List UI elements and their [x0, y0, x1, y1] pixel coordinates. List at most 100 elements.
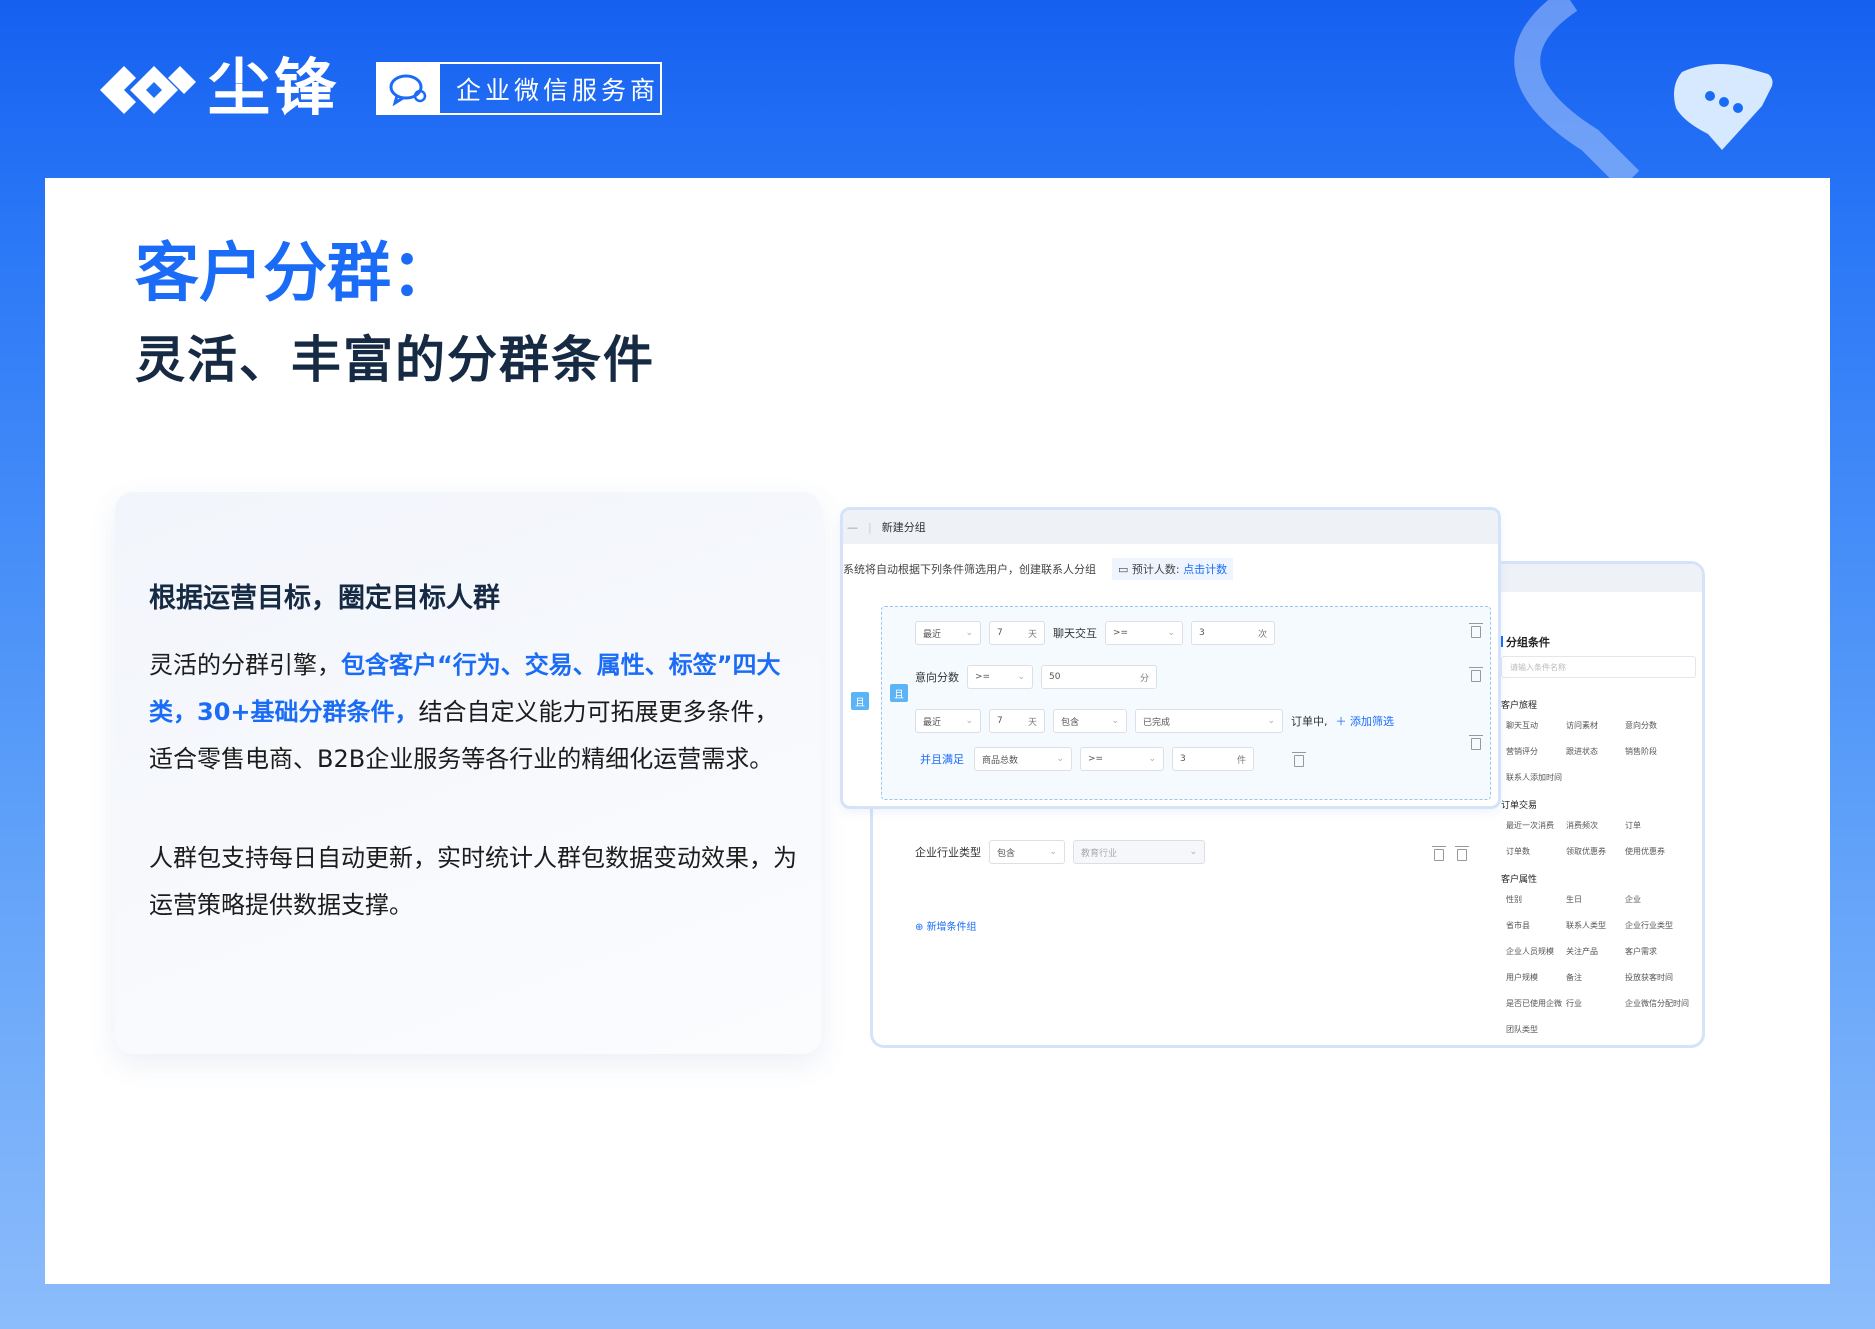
condition-row-order: 最近 ⌄ 7天 包含 ⌄ 已完成 ⌄ 订单中, ＋ 添加筛选: [915, 709, 1394, 733]
condition-search-input[interactable]: 请输入条件名称: [1501, 656, 1696, 678]
order-time-select[interactable]: 最近 ⌄: [915, 709, 981, 733]
condition-item[interactable]: 订单数: [1506, 846, 1530, 857]
trash-icon[interactable]: [1469, 623, 1483, 638]
condition-row-score: 意向分数 >= ⌄ 50 分: [915, 665, 1165, 689]
description-paragraph-1: 灵活的分群引擎，包含客户“行为、交易、属性、标签”四大类，30+基础分群条件，结…: [149, 642, 799, 783]
score-input[interactable]: 50 分: [1041, 665, 1157, 689]
condition-item[interactable]: 意向分数: [1625, 720, 1657, 731]
condition-item[interactable]: 领取优惠券: [1566, 846, 1606, 857]
add-condition-group-label: 新增条件组: [926, 922, 977, 933]
days-input[interactable]: 7天: [989, 621, 1045, 645]
dialog-title: 新建分组: [881, 521, 926, 534]
chevron-down-icon: ⌄: [965, 628, 973, 638]
score-value: 50: [1049, 672, 1061, 682]
header: 尘锋 企业微信服务商: [0, 0, 1875, 180]
add-condition-group-button[interactable]: ⊕ 新增条件组: [915, 918, 977, 933]
condition-group-title: 订单交易: [1501, 801, 1538, 811]
condition-item[interactable]: 联系人类型: [1566, 920, 1606, 931]
condition-item[interactable]: 团队类型: [1506, 1024, 1538, 1035]
goods-op-value: >=: [1088, 754, 1104, 764]
industry-value: 教育行业: [1081, 848, 1118, 859]
trash-icon[interactable]: [1469, 735, 1483, 750]
condition-item[interactable]: 投放获客时间: [1625, 972, 1673, 983]
chevron-down-icon: ⌄: [965, 716, 973, 726]
condition-item[interactable]: 企业微信分配时间: [1625, 998, 1689, 1009]
condition-item[interactable]: 用户规模: [1506, 972, 1538, 983]
chat-count-input[interactable]: 3次: [1191, 621, 1275, 645]
days-unit: 天: [1027, 629, 1037, 640]
chat-count-unit: 次: [1257, 629, 1267, 640]
and-satisfy-link[interactable]: 并且满足: [920, 751, 964, 767]
side-title: 分组条件: [1501, 634, 1550, 650]
condition-item[interactable]: 备注: [1566, 972, 1582, 983]
minimize-icon[interactable]: —: [847, 521, 858, 534]
condition-item[interactable]: 生日: [1566, 894, 1582, 905]
condition-item[interactable]: 省市县: [1506, 920, 1530, 931]
trash-icon[interactable]: [1292, 752, 1306, 767]
divider: |: [868, 520, 872, 534]
condition-item[interactable]: 是否已使用企微: [1506, 998, 1562, 1009]
condition-item[interactable]: 跟进状态: [1566, 746, 1598, 757]
condition-item[interactable]: 关注产品: [1566, 946, 1598, 957]
order-days-input[interactable]: 7天: [989, 709, 1045, 733]
condition-item[interactable]: 销售阶段: [1625, 746, 1657, 757]
goods-qty-value: 3: [1180, 754, 1186, 764]
condition-item[interactable]: 消费频次: [1566, 820, 1598, 831]
condition-item[interactable]: 访问素材: [1566, 720, 1598, 731]
goods-op-select[interactable]: >= ⌄: [1080, 747, 1164, 771]
add-filter-link[interactable]: ＋ 添加筛选: [1336, 713, 1395, 729]
chevron-down-icon: ⌄: [1167, 628, 1175, 638]
industry-op-select[interactable]: 包含 ⌄: [989, 840, 1065, 864]
condition-item[interactable]: 企业行业类型: [1625, 920, 1673, 931]
chevron-down-icon: ⌄: [1148, 754, 1156, 764]
estimate-link[interactable]: 点击计数: [1183, 563, 1227, 576]
industry-op-value: 包含: [997, 848, 1016, 859]
condition-item[interactable]: 最近一次消费: [1506, 820, 1554, 831]
condition-item[interactable]: 使用优惠券: [1625, 846, 1665, 857]
copy-icon[interactable]: [1432, 846, 1446, 861]
condition-group-box: 且 最近 ⌄ 7天 聊天交互 >= ⌄ 3次 意向分数 >= ⌄ 50 分 最近 ⌄ 7天…: [881, 606, 1491, 800]
industry-value-select[interactable]: 教育行业 ⌄: [1073, 840, 1205, 864]
goods-qty-input[interactable]: 3件: [1172, 747, 1254, 771]
and-tag-outer[interactable]: 且: [851, 692, 869, 710]
new-group-dialog: — | 新建分组 系统将自动根据下列条件筛选用户，创建联系人分组 ▭ 预计人数:…: [840, 507, 1501, 809]
chevron-down-icon: ⌄: [1111, 716, 1119, 726]
condition-item[interactable]: 聊天互动: [1506, 720, 1538, 731]
and-tag-inner[interactable]: 且: [890, 684, 908, 702]
wecom-badge-text: 企业微信服务商: [456, 75, 660, 105]
chevron-down-icon: ⌄: [1189, 847, 1197, 857]
dialog-desc-text: 系统将自动根据下列条件筛选用户，创建联系人分组: [843, 563, 1096, 576]
para1-lead: 灵活的分群引擎，: [149, 651, 341, 679]
condition-group-title: 客户旅程: [1501, 701, 1538, 711]
order-suffix-label: 订单中,: [1291, 715, 1328, 728]
chevron-down-icon: ⌄: [1056, 754, 1064, 764]
goods-field-select[interactable]: 商品总数 ⌄: [974, 747, 1072, 771]
chevron-down-icon: ⌄: [1267, 716, 1275, 726]
condition-item[interactable]: 性别: [1506, 894, 1522, 905]
order-contains-select[interactable]: 包含 ⌄: [1053, 709, 1127, 733]
trash-icon[interactable]: [1455, 846, 1469, 861]
description-heading: 根据运营目标，圈定目标人群: [149, 583, 500, 614]
estimate-label: 预计人数:: [1131, 563, 1180, 576]
condition-item[interactable]: 行业: [1566, 998, 1582, 1009]
condition-item[interactable]: 客户需求: [1625, 946, 1657, 957]
trash-icon[interactable]: [1469, 667, 1483, 682]
condition-item[interactable]: 订单: [1625, 820, 1641, 831]
time-range-select[interactable]: 最近 ⌄: [915, 621, 981, 645]
brand-logo-icon: [100, 66, 196, 114]
score-op-select[interactable]: >= ⌄: [967, 665, 1033, 689]
order-status-select[interactable]: 已完成 ⌄: [1135, 709, 1283, 733]
time-range-value: 最近: [923, 629, 942, 640]
brand-name: 尘锋: [208, 51, 341, 124]
condition-item[interactable]: 营销评分: [1506, 746, 1538, 757]
wecom-badge: 企业微信服务商: [376, 62, 662, 115]
condition-item[interactable]: 企业: [1625, 894, 1641, 905]
chat-bubble-icon: [1674, 64, 1773, 150]
condition-item[interactable]: 联系人添加时间: [1506, 772, 1562, 783]
condition-item[interactable]: 企业人员规模: [1506, 946, 1554, 957]
chat-op-select[interactable]: >= ⌄: [1105, 621, 1183, 645]
chat-interaction-label: 聊天交互: [1053, 627, 1097, 640]
order-time-value: 最近: [923, 717, 942, 728]
intent-score-label: 意向分数: [915, 671, 959, 684]
chevron-down-icon: ⌄: [1049, 847, 1057, 857]
